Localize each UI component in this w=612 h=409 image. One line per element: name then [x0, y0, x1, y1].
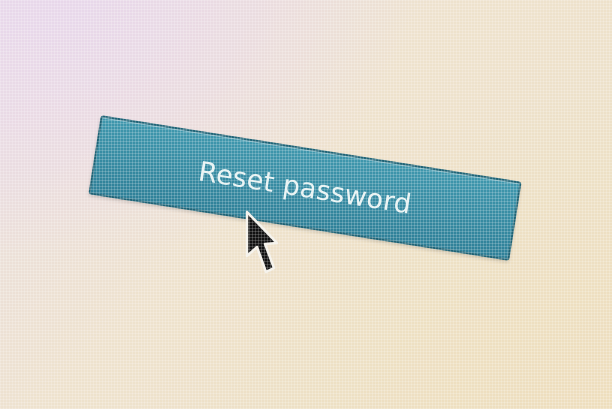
reset-password-label: Reset password — [196, 155, 414, 221]
screen: Reset password — [0, 0, 612, 409]
arrow-pointer-icon — [245, 210, 278, 274]
reset-password-button[interactable]: Reset password — [88, 115, 522, 261]
